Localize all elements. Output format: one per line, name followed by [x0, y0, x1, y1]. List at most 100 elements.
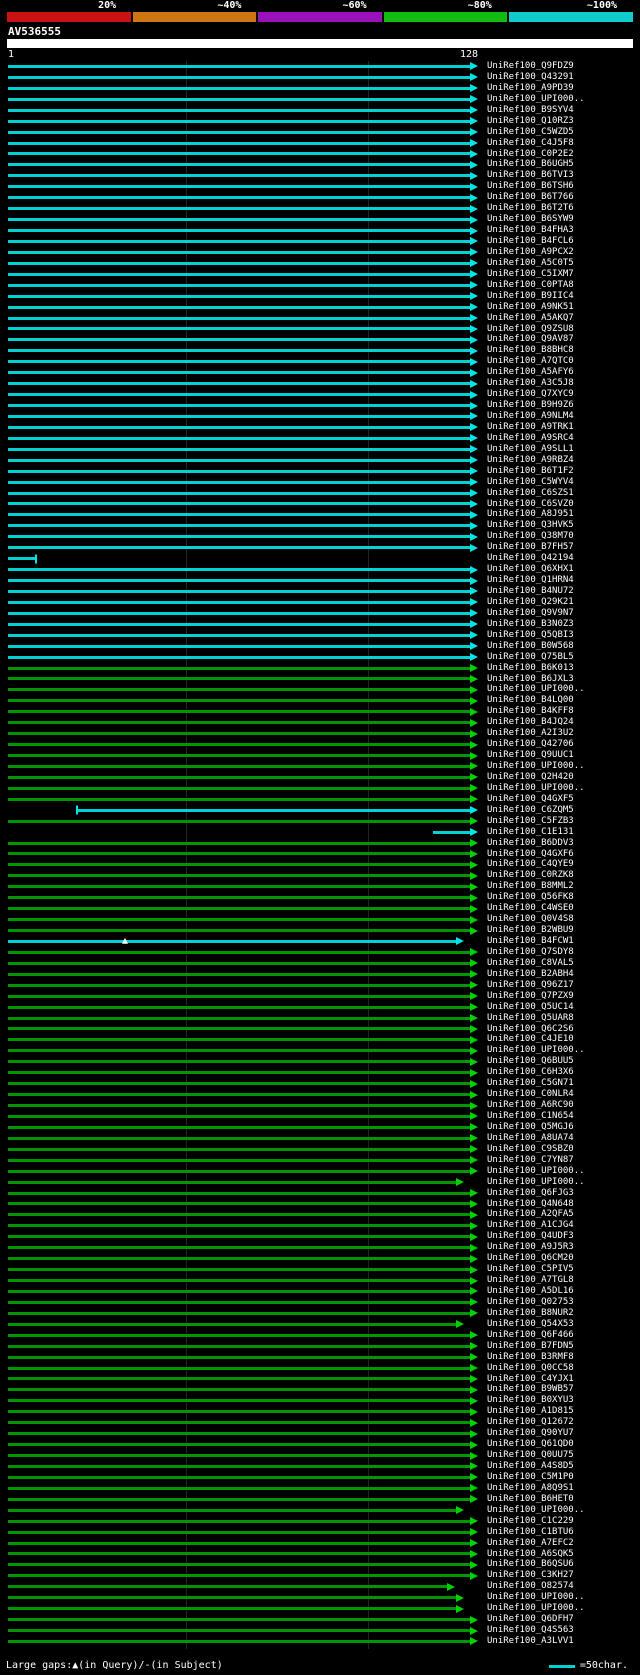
hit-label[interactable]: UniRef100_UPI000.. — [487, 783, 585, 794]
hit-bar[interactable] — [8, 1298, 478, 1307]
hit-label[interactable]: UniRef100_Q5UAR8 — [487, 1013, 574, 1024]
hit-label[interactable]: UniRef100_O82574 — [487, 1581, 574, 1592]
hit-row[interactable]: UniRef100_Q9V9N7 — [0, 608, 640, 619]
hit-label[interactable]: UniRef100_Q90YU7 — [487, 1428, 574, 1439]
hit-bar[interactable] — [8, 1003, 478, 1012]
hit-label[interactable]: UniRef100_Q1HRN4 — [487, 575, 574, 586]
hit-row[interactable]: UniRef100_UPI000.. — [0, 94, 640, 105]
hit-row[interactable]: UniRef100_A1CJG4 — [0, 1220, 640, 1231]
hit-row[interactable]: UniRef100_C6ZQM5 — [0, 805, 640, 816]
hit-bar[interactable] — [8, 587, 478, 596]
hit-bar[interactable] — [8, 970, 478, 979]
hit-label[interactable]: UniRef100_Q7XYC9 — [487, 389, 574, 400]
hit-bar[interactable] — [8, 981, 478, 990]
hit-bar[interactable] — [8, 139, 478, 148]
hit-bar[interactable] — [8, 215, 478, 224]
hit-bar[interactable] — [8, 1035, 478, 1044]
hit-row[interactable]: UniRef100_C6SVZ0 — [0, 499, 640, 510]
hit-label[interactable]: UniRef100_Q75BL5 — [487, 652, 574, 663]
hit-row[interactable]: UniRef100_Q9FDZ9 — [0, 61, 640, 72]
hit-label[interactable]: UniRef100_B4JQ24 — [487, 717, 574, 728]
hit-bar[interactable] — [8, 467, 478, 476]
hit-bar[interactable] — [8, 1495, 478, 1504]
hit-row[interactable]: UniRef100_A1D815 — [0, 1406, 640, 1417]
hit-label[interactable]: UniRef100_B3N0Z3 — [487, 619, 574, 630]
hit-label[interactable]: UniRef100_Q9V9N7 — [487, 608, 574, 619]
hit-bar[interactable] — [8, 1539, 478, 1548]
hit-row[interactable]: UniRef100_A4S8D5 — [0, 1461, 640, 1472]
hit-row[interactable]: UniRef100_B9WB57 — [0, 1384, 640, 1395]
hit-label[interactable]: UniRef100_UPI000.. — [487, 94, 585, 105]
hit-label[interactable]: UniRef100_C5M1P0 — [487, 1472, 574, 1483]
hit-row[interactable]: UniRef100_Q5MGJ6 — [0, 1122, 640, 1133]
hit-bar[interactable] — [8, 1112, 478, 1121]
hit-row[interactable]: UniRef100_B6T2T6 — [0, 203, 640, 214]
hit-bar[interactable] — [8, 324, 478, 333]
hit-row[interactable]: UniRef100_B3N0Z3 — [0, 619, 640, 630]
hit-row[interactable]: UniRef100_Q61QD0 — [0, 1439, 640, 1450]
hit-row[interactable]: UniRef100_B2WBU9 — [0, 925, 640, 936]
hit-row[interactable]: UniRef100_A8UA74 — [0, 1133, 640, 1144]
hit-row[interactable]: UniRef100_C5GN71 — [0, 1078, 640, 1089]
hit-row[interactable]: UniRef100_B4KFF8 — [0, 706, 640, 717]
hit-bar[interactable] — [8, 1418, 478, 1427]
hit-row[interactable]: UniRef100_UPI000.. — [0, 1603, 640, 1614]
hit-label[interactable]: UniRef100_A3LVV1 — [487, 1636, 574, 1647]
hit-label[interactable]: UniRef100_Q5QBI3 — [487, 630, 574, 641]
hit-row[interactable]: UniRef100_A9NLM4 — [0, 411, 640, 422]
hit-label[interactable]: UniRef100_B6K013 — [487, 663, 574, 674]
hit-row[interactable]: UniRef100_Q42706 — [0, 739, 640, 750]
hit-bar[interactable] — [8, 248, 478, 257]
hit-bar[interactable] — [8, 106, 478, 115]
hit-bar[interactable] — [8, 1309, 478, 1318]
hit-row[interactable]: UniRef100_Q12672 — [0, 1417, 640, 1428]
hit-bar[interactable] — [8, 1134, 478, 1143]
hit-label[interactable]: UniRef100_Q56FK8 — [487, 892, 574, 903]
hit-bar[interactable] — [8, 499, 478, 508]
hit-label[interactable]: UniRef100_A1CJG4 — [487, 1220, 574, 1231]
hit-label[interactable]: UniRef100_B4KFF8 — [487, 706, 574, 717]
hit-row[interactable]: UniRef100_A9TRK1 — [0, 422, 640, 433]
hit-label[interactable]: UniRef100_Q6FJG3 — [487, 1188, 574, 1199]
hit-label[interactable]: UniRef100_C4WSE0 — [487, 903, 574, 914]
hit-label[interactable]: UniRef100_Q6C2S6 — [487, 1024, 574, 1035]
hit-row[interactable]: UniRef100_C3KH27 — [0, 1570, 640, 1581]
hit-row[interactable]: UniRef100_B4FHA3 — [0, 225, 640, 236]
hit-row[interactable]: UniRef100_Q0V4S8 — [0, 914, 640, 925]
hit-bar[interactable] — [8, 335, 478, 344]
hit-row[interactable]: UniRef100_C0PTA8 — [0, 280, 640, 291]
hit-label[interactable]: UniRef100_B6UGH5 — [487, 159, 574, 170]
hit-label[interactable]: UniRef100_B6SYW9 — [487, 214, 574, 225]
hit-bar[interactable] — [8, 718, 478, 727]
hit-bar[interactable] — [8, 1374, 478, 1383]
hit-bar[interactable] — [8, 773, 478, 782]
hit-row[interactable]: UniRef100_B0XYU3 — [0, 1395, 640, 1406]
hit-bar[interactable] — [8, 368, 478, 377]
hit-row[interactable]: UniRef100_UPI000.. — [0, 783, 640, 794]
hit-bar[interactable] — [8, 1407, 478, 1416]
hit-row[interactable]: UniRef100_B6T1F2 — [0, 466, 640, 477]
hit-bar[interactable] — [8, 62, 478, 71]
hit-bar[interactable] — [8, 959, 478, 968]
hit-label[interactable]: UniRef100_C6ZQM5 — [487, 805, 574, 816]
hit-label[interactable]: UniRef100_B6TVI3 — [487, 170, 574, 181]
hit-bar[interactable] — [8, 1429, 478, 1438]
hit-bar[interactable] — [8, 1057, 478, 1066]
hit-bar[interactable] — [8, 1123, 478, 1132]
hit-bar[interactable] — [8, 1090, 478, 1099]
hit-bar[interactable] — [8, 795, 478, 804]
hit-row[interactable]: UniRef100_Q75BL5 — [0, 652, 640, 663]
hit-label[interactable]: UniRef100_Q12672 — [487, 1417, 574, 1428]
hit-label[interactable]: UniRef100_Q29K21 — [487, 597, 574, 608]
hit-label[interactable]: UniRef100_A5AKQ7 — [487, 313, 574, 324]
hit-label[interactable]: UniRef100_A8Q9S1 — [487, 1483, 574, 1494]
hit-label[interactable]: UniRef100_C6H3X6 — [487, 1067, 574, 1078]
hit-row[interactable]: UniRef100_C6SZS1 — [0, 488, 640, 499]
hit-row[interactable]: UniRef100_A3LVV1 — [0, 1636, 640, 1647]
hit-row[interactable]: UniRef100_C4J5F8 — [0, 138, 640, 149]
hit-row[interactable]: UniRef100_A9PCX2 — [0, 247, 640, 258]
hit-bar[interactable] — [8, 849, 478, 858]
hit-label[interactable]: UniRef100_Q7PZX9 — [487, 991, 574, 1002]
hit-label[interactable]: UniRef100_Q6DFH7 — [487, 1614, 574, 1625]
hit-bar[interactable] — [8, 1232, 478, 1241]
